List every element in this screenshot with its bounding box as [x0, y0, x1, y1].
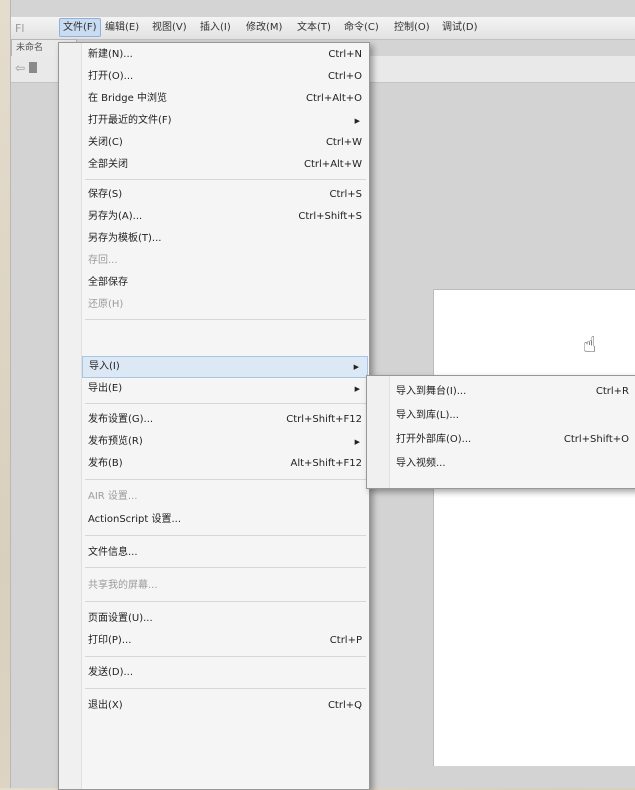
- menu-separator: [85, 403, 366, 404]
- menu-separator: [85, 319, 366, 320]
- menu-item-open-external-library[interactable]: 打开外部库(O)... Ctrl+Shift+O: [390, 430, 635, 450]
- hand-cursor-icon: ☝: [583, 333, 597, 358]
- stage[interactable]: [433, 289, 635, 766]
- menu-item-print[interactable]: 打印(P)... Ctrl+P: [82, 631, 368, 651]
- menu-gutter: [59, 43, 82, 789]
- menu-separator: [85, 535, 366, 536]
- back-arrow-icon[interactable]: ⇦: [15, 61, 25, 75]
- menu-item-close[interactable]: 关闭(C) Ctrl+W: [82, 133, 368, 153]
- menu-item-revert: 还原(H): [88, 299, 124, 310]
- menu-item-import-video[interactable]: 导入视频...: [390, 454, 635, 474]
- menu-item-open-recent[interactable]: 打开最近的文件(F) ▶: [82, 111, 368, 131]
- menu-separator: [85, 567, 366, 568]
- menu-item-import-to-library[interactable]: 导入到库(L)...: [390, 406, 635, 426]
- menu-item-import[interactable]: 导入(I) ▶: [82, 356, 368, 378]
- menu-item-share-screen: 共享我的屏幕...: [88, 580, 158, 591]
- menu-separator: [85, 479, 366, 480]
- triangle-right-icon: ▶: [353, 363, 359, 371]
- triangle-right-icon: ▶: [354, 438, 360, 446]
- triangle-right-icon: ▶: [354, 385, 360, 393]
- menu-separator: [85, 656, 366, 657]
- menu-item-import-to-stage[interactable]: 导入到舞台(I)... Ctrl+R: [390, 382, 635, 402]
- menu-item-send[interactable]: 发送(D)...: [82, 663, 368, 683]
- menu-item-save-as-template[interactable]: 另存为模板(T)...: [82, 229, 368, 249]
- menu-item-air-settings: AIR 设置...: [88, 491, 138, 502]
- menu-control[interactable]: 控制(O): [391, 19, 433, 36]
- menu-debug[interactable]: 调试(D): [439, 19, 481, 36]
- menu-item-exit[interactable]: 退出(X) Ctrl+Q: [82, 696, 368, 716]
- menu-item-open[interactable]: 打开(O)... Ctrl+O: [82, 67, 368, 87]
- menu-item-publish-settings[interactable]: 发布设置(G)... Ctrl+Shift+F12: [82, 410, 368, 430]
- menu-bar: Fl 文件(F) 编辑(E) 视图(V) 插入(I) 修改(M) 文本(T) 命…: [11, 17, 635, 40]
- menu-insert[interactable]: 插入(I): [197, 19, 234, 36]
- menu-view[interactable]: 视图(V): [149, 19, 190, 36]
- menu-item-publish[interactable]: 发布(B) Alt+Shift+F12: [82, 454, 368, 474]
- import-submenu: 导入到舞台(I)... Ctrl+R 导入到库(L)... 打开外部库(O)...…: [366, 375, 635, 489]
- app-logo: Fl: [15, 22, 25, 35]
- menu-modify[interactable]: 修改(M): [243, 19, 285, 36]
- menu-commands[interactable]: 命令(C): [341, 19, 382, 36]
- menu-edit[interactable]: 编辑(E): [102, 19, 142, 36]
- menu-item-page-setup[interactable]: 页面设置(U)...: [82, 609, 368, 629]
- menu-separator: [85, 688, 366, 689]
- menu-separator: [85, 601, 366, 602]
- menu-file[interactable]: 文件(F): [59, 18, 101, 37]
- menu-item-save[interactable]: 保存(S) Ctrl+S: [82, 185, 368, 205]
- menu-item-save-all[interactable]: 全部保存: [82, 273, 368, 293]
- menu-item-actionscript-settings[interactable]: ActionScript 设置...: [82, 510, 368, 530]
- menu-item-browse-bridge[interactable]: 在 Bridge 中浏览 Ctrl+Alt+O: [82, 89, 368, 109]
- scene-icon: [29, 62, 37, 73]
- menu-item-export[interactable]: 导出(E) ▶: [82, 379, 368, 399]
- triangle-right-icon: ▶: [354, 117, 360, 125]
- menu-item-publish-preview[interactable]: 发布预览(R) ▶: [82, 432, 368, 452]
- menu-item-close-all[interactable]: 全部关闭 Ctrl+Alt+W: [82, 155, 368, 175]
- menu-item-save-as[interactable]: 另存为(A)... Ctrl+Shift+S: [82, 207, 368, 227]
- menu-item-file-info[interactable]: 文件信息...: [82, 543, 368, 563]
- menu-item-check-in: 存回...: [88, 255, 118, 266]
- menu-text[interactable]: 文本(T): [294, 19, 334, 36]
- file-menu: 新建(N)... Ctrl+N 打开(O)... Ctrl+O 在 Bridge 中…: [58, 42, 370, 790]
- menu-separator: [85, 179, 366, 180]
- menu-gutter: [367, 376, 390, 488]
- menu-item-new[interactable]: 新建(N)... Ctrl+N: [82, 45, 368, 65]
